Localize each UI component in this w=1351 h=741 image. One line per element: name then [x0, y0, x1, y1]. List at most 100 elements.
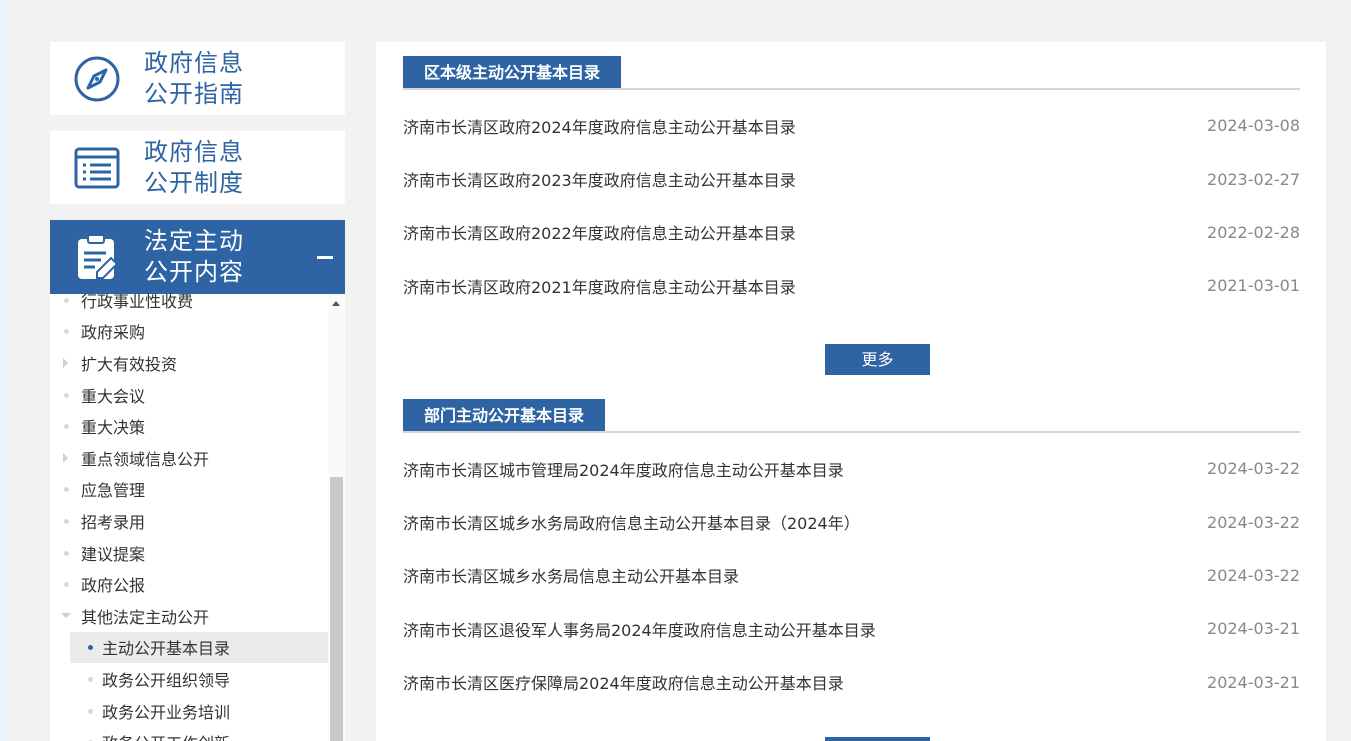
tree-item[interactable]: 重大决策	[50, 410, 328, 442]
tree-list: 行政事业性收费 政府采购 扩大有效投资 重大会议 重大决策 重点领域信息公开 应…	[50, 294, 328, 741]
item-title[interactable]: 济南市长清区医疗保障局2024年度政府信息主动公开基本目录	[403, 670, 844, 694]
tree-item-label: 政务公开业务培训	[102, 702, 231, 722]
tree-item[interactable]: 政府采购	[50, 316, 328, 348]
bullet-icon	[88, 708, 93, 714]
list-item[interactable]: 济南市长清区政府2021年度政府信息主动公开基本目录 2021-03-01	[403, 259, 1300, 312]
section-header: 区本级主动公开基本目录	[403, 56, 1300, 90]
tree-item-label: 政务公开组织领导	[102, 670, 231, 690]
item-date: 2024-03-22	[1207, 565, 1300, 585]
tree-item[interactable]: 招考录用	[50, 505, 328, 537]
caret-down-icon	[61, 612, 71, 618]
item-title[interactable]: 济南市长清区政府2022年度政府信息主动公开基本目录	[403, 220, 796, 244]
tree-item-label: 应急管理	[81, 481, 146, 501]
nav-title-line: 公开指南	[144, 79, 244, 108]
section-department-catalog: 部门主动公开基本目录 济南市长清区城市管理局2024年度政府信息主动公开基本目录…	[403, 399, 1300, 741]
item-title[interactable]: 济南市长清区政府2023年度政府信息主动公开基本目录	[403, 167, 796, 191]
section-district-catalog: 区本级主动公开基本目录 济南市长清区政府2024年度政府信息主动公开基本目录 20…	[403, 56, 1300, 375]
list-item[interactable]: 济南市长清区医疗保障局2024年度政府信息主动公开基本目录 2024-03-21	[403, 656, 1300, 709]
caret-right-icon	[63, 452, 68, 463]
item-date: 2024-03-22	[1207, 512, 1300, 532]
list-item[interactable]: 济南市长清区政府2022年度政府信息主动公开基本目录 2022-02-28	[403, 206, 1300, 259]
tree-item-expanded[interactable]: 其他法定主动公开	[50, 600, 328, 632]
tree-item[interactable]: 扩大有效投资	[50, 347, 328, 379]
bullet-icon	[64, 582, 69, 588]
more-button-partial[interactable]	[825, 737, 930, 741]
item-title[interactable]: 济南市长清区退役军人事务局2024年度政府信息主动公开基本目录	[403, 617, 876, 641]
document-list-icon	[50, 144, 144, 192]
tree-item-label: 建议提案	[81, 544, 146, 564]
tree-subitem[interactable]: 政务公开工作创新	[50, 726, 328, 741]
item-title[interactable]: 济南市长清区城乡水务局信息主动公开基本目录	[403, 563, 739, 587]
section-header: 部门主动公开基本目录	[403, 399, 1300, 433]
item-title[interactable]: 济南市长清区政府2024年度政府信息主动公开基本目录	[403, 114, 796, 138]
tree-item-label: 行政事业性收费	[81, 294, 194, 311]
item-date: 2023-02-27	[1207, 169, 1300, 189]
tree-item[interactable]: 重点领域信息公开	[50, 442, 328, 474]
sidebar: 政府信息 公开指南 政府信息 公开制度 法定主动 公开内容 行政事业性收费 政府…	[50, 42, 345, 741]
nav-statutory-content[interactable]: 法定主动 公开内容	[50, 220, 345, 294]
section-title: 区本级主动公开基本目录	[403, 56, 622, 88]
compass-icon	[50, 55, 144, 103]
tree-item[interactable]: 行政事业性收费	[50, 294, 328, 316]
bullet-icon	[64, 424, 69, 430]
list-item[interactable]: 济南市长清区城乡水务局信息主动公开基本目录 2024-03-22	[403, 549, 1300, 602]
tree-item-label: 政务公开工作创新	[102, 730, 230, 741]
bullet-icon	[88, 645, 93, 651]
item-title[interactable]: 济南市长清区城市管理局2024年度政府信息主动公开基本目录	[403, 457, 844, 481]
nav-title: 政府信息 公开制度	[144, 137, 244, 199]
list-item[interactable]: 济南市长清区退役军人事务局2024年度政府信息主动公开基本目录 2024-03-2…	[403, 602, 1300, 655]
tree-item-label: 政府公报	[81, 576, 146, 596]
item-date: 2021-03-01	[1207, 276, 1300, 296]
page-edge	[0, 0, 12, 741]
tree-item[interactable]: 建议提案	[50, 537, 328, 569]
bullet-icon	[64, 297, 69, 303]
collapse-minus-icon[interactable]	[317, 256, 333, 259]
item-date: 2024-03-21	[1207, 672, 1300, 692]
more-button[interactable]: 更多	[825, 344, 930, 375]
nav-title-line: 公开内容	[144, 258, 244, 286]
item-date: 2024-03-22	[1207, 459, 1300, 479]
tree-item-label: 其他法定主动公开	[81, 607, 210, 627]
tree-item[interactable]: 应急管理	[50, 474, 328, 506]
item-title[interactable]: 济南市长清区城乡水务局政府信息主动公开基本目录（2024年）	[403, 510, 860, 534]
nav-title: 政府信息 公开指南	[144, 48, 244, 110]
nav-gov-info-guide[interactable]: 政府信息 公开指南	[50, 42, 345, 115]
nav-title-line: 政府信息	[144, 137, 244, 166]
caret-right-icon	[63, 357, 68, 368]
bullet-icon	[64, 487, 69, 493]
item-date: 2024-03-21	[1207, 619, 1300, 639]
bullet-icon	[64, 550, 69, 556]
bullet-icon	[64, 518, 69, 524]
tree-item-label: 招考录用	[81, 512, 146, 532]
tree-item[interactable]: 政府公报	[50, 568, 328, 600]
nav-title: 法定主动 公开内容	[144, 226, 244, 288]
tree-item[interactable]: 重大会议	[50, 379, 328, 411]
section-title: 部门主动公开基本目录	[403, 399, 606, 431]
nav-gov-info-system[interactable]: 政府信息 公开制度	[50, 131, 345, 204]
item-date: 2022-02-28	[1207, 222, 1300, 242]
list-item[interactable]: 济南市长清区城乡水务局政府信息主动公开基本目录（2024年） 2024-03-22	[403, 495, 1300, 548]
bullet-icon	[64, 329, 69, 335]
tree-item-label: 重大会议	[81, 386, 146, 406]
tree-scrollbar[interactable]	[328, 294, 345, 741]
nav-title-line: 法定主动	[144, 227, 244, 255]
list-item[interactable]: 济南市长清区政府2024年度政府信息主动公开基本目录 2024-03-08	[403, 99, 1300, 152]
tree-subitem-selected[interactable]: 主动公开基本目录	[70, 631, 328, 664]
scroll-thumb[interactable]	[330, 477, 343, 741]
list-item[interactable]: 济南市长清区城市管理局2024年度政府信息主动公开基本目录 2024-03-22	[403, 442, 1300, 495]
scroll-up-icon[interactable]	[332, 301, 340, 306]
list-item[interactable]: 济南市长清区政府2023年度政府信息主动公开基本目录 2023-02-27	[403, 152, 1300, 205]
tree-item-label: 重大决策	[81, 418, 146, 438]
tree-item-label: 政府采购	[81, 323, 146, 343]
tree-item-label: 主动公开基本目录	[102, 639, 231, 659]
item-title[interactable]: 济南市长清区政府2021年度政府信息主动公开基本目录	[403, 274, 796, 298]
bullet-icon	[64, 392, 69, 398]
item-list: 济南市长清区城市管理局2024年度政府信息主动公开基本目录 2024-03-22 …	[403, 442, 1300, 709]
main-panel: 区本级主动公开基本目录 济南市长清区政府2024年度政府信息主动公开基本目录 20…	[376, 42, 1326, 741]
bullet-icon	[88, 676, 93, 682]
nav-title-line: 政府信息	[144, 48, 244, 77]
tree-item-label: 重点领域信息公开	[81, 449, 210, 469]
tree-subitem[interactable]: 政务公开组织领导	[50, 663, 328, 695]
tree-item-label: 扩大有效投资	[81, 354, 178, 374]
tree-subitem[interactable]: 政务公开业务培训	[50, 695, 328, 727]
